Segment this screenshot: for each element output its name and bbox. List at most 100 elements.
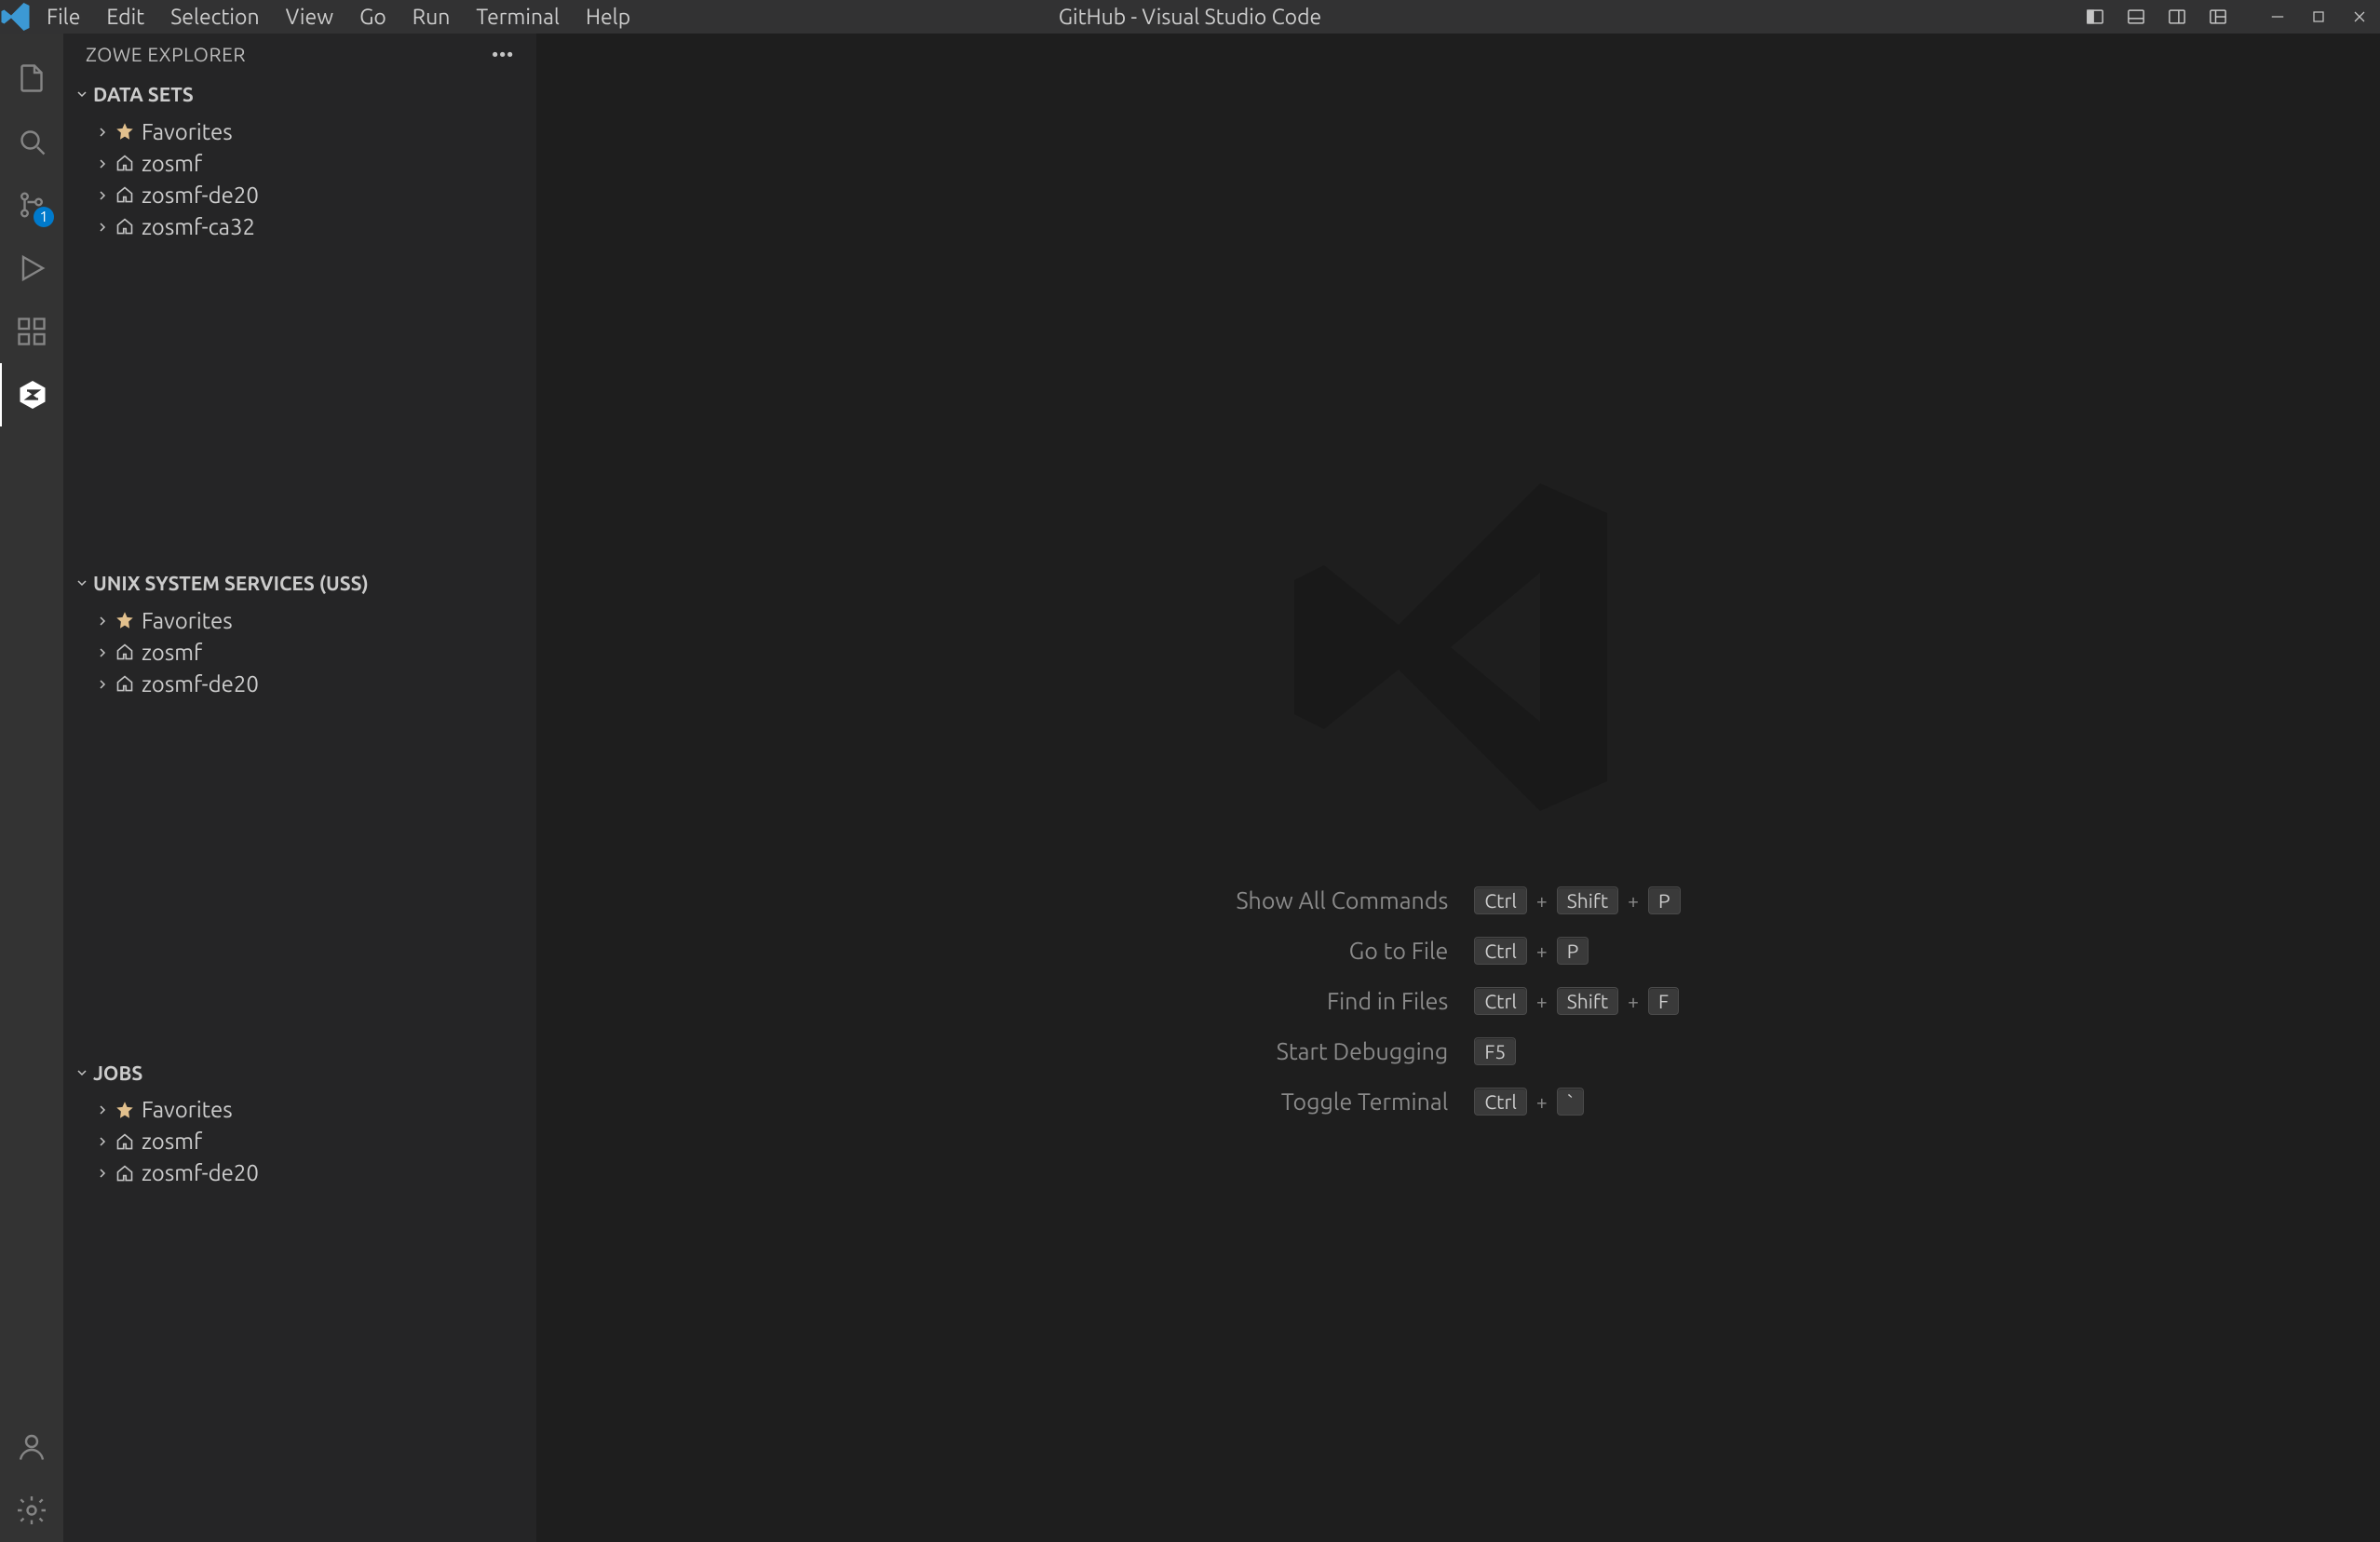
maximize-icon[interactable] — [2298, 0, 2339, 34]
tree-item-label: Favorites — [142, 119, 233, 144]
tree-item[interactable]: zosmf — [63, 636, 536, 668]
keycap: Ctrl — [1474, 886, 1527, 914]
plus-separator: + — [1536, 1090, 1548, 1113]
sidebar: ZOWE EXPLORER ••• DATA SETS Favoriteszos… — [63, 34, 536, 1542]
home-icon — [115, 1164, 142, 1183]
keycap: Shift — [1557, 886, 1618, 914]
shortcut-keys: Ctrl + P — [1474, 937, 1680, 965]
plus-separator: + — [1536, 889, 1548, 912]
menu-selection[interactable]: Selection — [157, 0, 272, 34]
sidebar-title-label: ZOWE EXPLORER — [86, 43, 246, 65]
keycap: Ctrl — [1474, 1088, 1527, 1116]
shortcut-keys: Ctrl+Shift+P — [1474, 886, 1680, 914]
tree-item-label: zosmf-de20 — [142, 671, 259, 697]
close-icon[interactable] — [2339, 0, 2380, 34]
star-icon — [115, 611, 142, 629]
shortcut-label: Toggle Terminal — [1236, 1089, 1448, 1115]
tree-item[interactable]: zosmf-ca32 — [63, 210, 536, 242]
menu-run[interactable]: Run — [399, 0, 464, 34]
menu-view[interactable]: View — [273, 0, 346, 34]
panel-header-uss[interactable]: UNIX SYSTEM SERVICES (USS) — [63, 563, 536, 602]
tree-item[interactable]: zosmf-de20 — [63, 179, 536, 210]
customize-layout-icon[interactable] — [2197, 0, 2238, 34]
keycap: F5 — [1474, 1037, 1516, 1065]
keycap: P — [1557, 937, 1589, 965]
home-icon — [115, 217, 142, 236]
vscode-watermark-icon — [1272, 461, 1644, 838]
tree-item[interactable]: Favorites — [63, 115, 536, 147]
activity-accounts-icon[interactable] — [0, 1415, 63, 1479]
tree-item-label: zosmf-ca32 — [142, 214, 255, 239]
shortcut-label: Show All Commands — [1236, 887, 1448, 913]
keycap: Ctrl — [1474, 987, 1527, 1015]
shortcut-label: Go to File — [1236, 938, 1448, 964]
tree-item-label: zosmf-de20 — [142, 183, 259, 208]
keycap: P — [1648, 886, 1681, 914]
toggle-primary-sidebar-icon[interactable] — [2075, 0, 2116, 34]
toggle-secondary-sidebar-icon[interactable] — [2157, 0, 2197, 34]
chevron-right-icon — [89, 214, 115, 239]
menu-edit[interactable]: Edit — [93, 0, 157, 34]
activity-scm-icon[interactable]: 1 — [0, 173, 63, 237]
editor-area: Show All Commands Ctrl + Shift + P Go to File C… — [536, 34, 2380, 1542]
vscode-logo-icon — [0, 0, 34, 34]
home-icon — [115, 1132, 142, 1151]
tree-item[interactable]: Favorites — [63, 1094, 536, 1126]
chevron-right-icon — [89, 608, 115, 633]
panel-header-data-sets[interactable]: DATA SETS — [63, 74, 536, 114]
panel-label: JOBS — [93, 1062, 142, 1084]
panel-label: UNIX SYSTEM SERVICES (USS) — [93, 572, 369, 594]
tree-item[interactable]: zosmf-de20 — [63, 1157, 536, 1189]
chevron-right-icon — [89, 671, 115, 697]
tree-item-label: zosmf — [142, 151, 202, 176]
layout-controls — [2075, 0, 2238, 34]
menu-go[interactable]: Go — [346, 0, 399, 34]
tree-item[interactable]: zosmf-de20 — [63, 668, 536, 699]
home-icon — [115, 674, 142, 693]
chevron-down-icon — [71, 83, 93, 105]
panel-label: DATA SETS — [93, 83, 194, 105]
menu-file[interactable]: File — [34, 0, 93, 34]
tree-item[interactable]: zosmf — [63, 1126, 536, 1157]
activity-bar: 1 — [0, 34, 63, 1542]
titlebar: File Edit Selection View Go Run Terminal… — [0, 0, 2380, 34]
home-icon — [115, 642, 142, 661]
chevron-right-icon — [89, 151, 115, 176]
menu-help[interactable]: Help — [573, 0, 643, 34]
menu-terminal[interactable]: Terminal — [463, 0, 573, 34]
chevron-right-icon — [89, 1129, 115, 1154]
activity-run-debug-icon[interactable] — [0, 237, 63, 300]
home-icon — [115, 154, 142, 172]
keycap: F — [1648, 987, 1679, 1015]
keycap: Ctrl — [1474, 937, 1527, 965]
tree-item[interactable]: zosmf — [63, 147, 536, 179]
toggle-panel-icon[interactable] — [2116, 0, 2157, 34]
shortcut-keys: Ctrl + ` — [1474, 1088, 1680, 1116]
star-icon — [115, 122, 142, 141]
star-icon — [115, 1101, 142, 1119]
keycap: ` — [1557, 1088, 1585, 1116]
shortcut-label: Start Debugging — [1236, 1038, 1448, 1064]
activity-search-icon[interactable] — [0, 110, 63, 173]
plus-separator: + — [1536, 940, 1548, 962]
sidebar-title: ZOWE EXPLORER ••• — [63, 34, 536, 74]
chevron-right-icon — [89, 640, 115, 665]
keycap: Shift — [1557, 987, 1618, 1015]
activity-extensions-icon[interactable] — [0, 300, 63, 363]
activity-zowe-icon[interactable] — [0, 363, 63, 426]
minimize-icon[interactable] — [2257, 0, 2298, 34]
menu-bar: File Edit Selection View Go Run Terminal… — [34, 0, 643, 34]
chevron-down-icon — [71, 572, 93, 594]
panel-header-jobs[interactable]: JOBS — [63, 1053, 536, 1092]
activity-settings-gear-icon[interactable] — [0, 1479, 63, 1542]
chevron-right-icon — [89, 1160, 115, 1185]
shortcut-keys: Ctrl+Shift+F — [1474, 987, 1680, 1015]
tree-item-label: Favorites — [142, 1097, 233, 1122]
chevron-right-icon — [89, 183, 115, 208]
plus-separator: + — [1628, 990, 1639, 1012]
scm-badge: 1 — [34, 207, 54, 227]
more-actions-icon[interactable]: ••• — [492, 43, 514, 65]
activity-explorer-icon[interactable] — [0, 47, 63, 110]
tree-item[interactable]: Favorites — [63, 604, 536, 636]
shortcut-keys: F5 — [1474, 1037, 1680, 1065]
